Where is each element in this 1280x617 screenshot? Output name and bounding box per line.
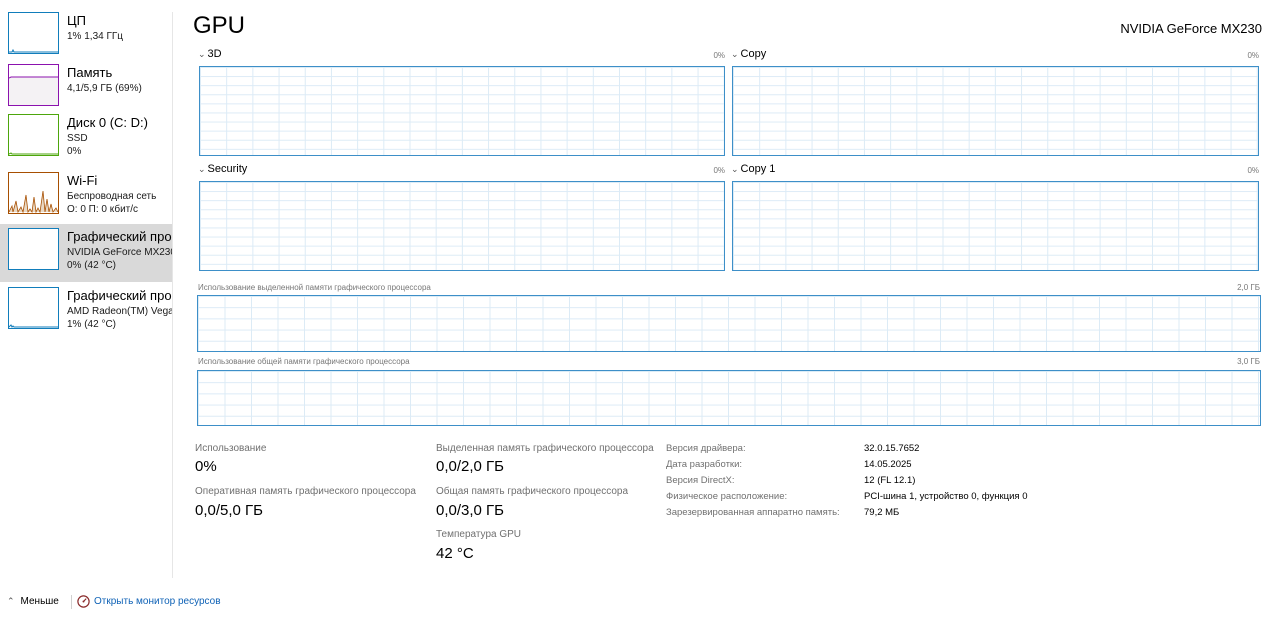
sidebar-item-value: 1% (42 °C) xyxy=(67,319,117,330)
engine-graph-3d xyxy=(199,66,725,156)
gpu-temperature-value: 42 °C xyxy=(436,545,474,562)
device-name: NVIDIA GeForce MX230 xyxy=(1120,21,1262,36)
engine-selector-copy-1[interactable]: ⌄ Copy 1 xyxy=(731,163,775,175)
dedicated-memory-label: Выделенная память графического процессор… xyxy=(436,443,654,454)
engine-label: Security xyxy=(207,163,248,175)
shared-memory-max: 3,0 ГБ xyxy=(1237,357,1260,366)
sidebar-item-title: Wi-Fi xyxy=(67,173,98,188)
chevron-down-icon: ⌄ xyxy=(731,49,739,59)
sidebar-item-title: Графический процессор 0 xyxy=(67,288,172,303)
page-title: GPU xyxy=(193,12,246,39)
reserved-memory-label: Зарезервированная аппаратно память: xyxy=(666,507,840,518)
resource-monitor-icon xyxy=(77,595,90,608)
gpu0-thumbnail-graph xyxy=(8,287,59,329)
directx-version-label: Версия DirectX: xyxy=(666,475,735,486)
sidebar-item-subtitle: Беспроводная сеть xyxy=(67,191,157,202)
engine-graph-copy-1 xyxy=(732,181,1259,271)
disk-thumbnail-graph xyxy=(8,114,59,156)
dedicated-memory-graph xyxy=(197,295,1261,352)
engine-graph-copy xyxy=(732,66,1259,156)
sidebar-item-value: О: 0 П: 0 кбит/с xyxy=(67,204,139,215)
driver-date-value: 14.05.2025 xyxy=(864,459,912,470)
engine-percent: 0% xyxy=(713,166,725,175)
engine-selector-security[interactable]: ⌄ Security xyxy=(198,163,247,175)
shared-memory-label: Общая память графического процессора xyxy=(436,486,629,497)
sidebar-item-disk[interactable]: Диск 0 (C: D:) SSD 0% xyxy=(0,110,172,168)
physical-location-label: Физическое расположение: xyxy=(666,491,788,502)
engine-percent: 0% xyxy=(1247,166,1259,175)
open-resource-monitor-label: Открыть монитор ресурсов xyxy=(94,596,221,607)
physical-location-value: PCI-шина 1, устройство 0, функция 0 xyxy=(864,491,1028,502)
driver-version-label: Версия драйвера: xyxy=(666,443,746,454)
sidebar-item-subtitle: 1% 1,34 ГГц xyxy=(67,31,124,42)
chevron-down-icon: ⌄ xyxy=(198,164,206,174)
engine-label: 3D xyxy=(207,48,222,60)
sidebar-item-title: Диск 0 (C: D:) xyxy=(67,115,148,130)
reserved-memory-value: 79,2 МБ xyxy=(864,507,900,518)
engine-label: Copy 1 xyxy=(740,163,776,175)
sidebar-item-value: 0% (42 °C) xyxy=(67,260,117,271)
fewer-details-label: Меньше xyxy=(20,596,59,607)
sidebar-item-title: ЦП xyxy=(67,13,86,28)
fewer-details-button[interactable]: ⌃ Меньше xyxy=(7,596,59,607)
memory-thumbnail-graph xyxy=(8,64,59,106)
dedicated-memory-value: 0,0/2,0 ГБ xyxy=(436,458,505,475)
cpu-thumbnail-graph xyxy=(8,12,59,54)
engine-selector-3d[interactable]: ⌄ 3D xyxy=(198,48,222,60)
gpu-temperature-label: Температура GPU xyxy=(436,529,522,540)
footer-divider xyxy=(71,595,72,609)
engine-percent: 0% xyxy=(1247,51,1259,60)
shared-memory-value: 0,0/3,0 ГБ xyxy=(436,502,505,519)
utilization-value: 0% xyxy=(195,458,217,475)
engine-label: Copy xyxy=(740,48,767,60)
sidebar-item-wifi[interactable]: Wi-Fi Беспроводная сеть О: 0 П: 0 кбит/с xyxy=(0,168,172,226)
sidebar-item-title: Память xyxy=(67,65,113,80)
sidebar-item-subtitle: AMD Radeon(TM) Vega 8 Graphics xyxy=(67,306,172,317)
sidebar-item-cpu[interactable]: ЦП 1% 1,34 ГГц xyxy=(0,8,172,66)
sidebar-item-gpu-1[interactable]: Графический процессор 1 NVIDIA GeForce M… xyxy=(0,224,172,282)
driver-date-label: Дата разработки: xyxy=(666,459,743,470)
chevron-down-icon: ⌄ xyxy=(198,49,206,59)
wifi-thumbnail-graph xyxy=(8,172,59,214)
open-resource-monitor-link[interactable]: Открыть монитор ресурсов xyxy=(77,595,221,608)
gpu1-thumbnail-graph xyxy=(8,228,59,270)
sidebar-item-subtitle: NVIDIA GeForce MX230 xyxy=(67,247,172,258)
gpu-ram-value: 0,0/5,0 ГБ xyxy=(195,502,264,519)
sidebar-item-title: Графический процессор 1 xyxy=(67,229,172,244)
dedicated-memory-caption: Использование выделенной памяти графичес… xyxy=(198,283,431,292)
dedicated-memory-max: 2,0 ГБ xyxy=(1237,283,1260,292)
shared-memory-caption: Использование общей памяти графического … xyxy=(198,357,410,366)
sidebar: ЦП 1% 1,34 ГГц Память 4,1/5,9 ГБ (69%) Д… xyxy=(0,0,172,578)
directx-version-value: 12 (FL 12.1) xyxy=(864,475,916,486)
chevron-up-icon: ⌃ xyxy=(7,596,15,606)
chevron-down-icon: ⌄ xyxy=(731,164,739,174)
shared-memory-graph xyxy=(197,370,1261,426)
engine-percent: 0% xyxy=(713,51,725,60)
utilization-label: Использование xyxy=(195,443,267,454)
driver-version-value: 32.0.15.7652 xyxy=(864,443,920,454)
engine-selector-copy[interactable]: ⌄ Copy xyxy=(731,48,766,60)
sidebar-item-gpu-0[interactable]: Графический процессор 0 AMD Radeon(TM) V… xyxy=(0,283,172,341)
engine-graph-security xyxy=(199,181,725,271)
sidebar-item-subtitle: 4,1/5,9 ГБ (69%) xyxy=(67,83,142,94)
gpu-ram-label: Оперативная память графического процессо… xyxy=(195,486,416,497)
sidebar-item-subtitle: SSD xyxy=(67,133,88,144)
sidebar-item-value: 0% xyxy=(67,146,82,157)
sidebar-divider xyxy=(172,12,173,578)
